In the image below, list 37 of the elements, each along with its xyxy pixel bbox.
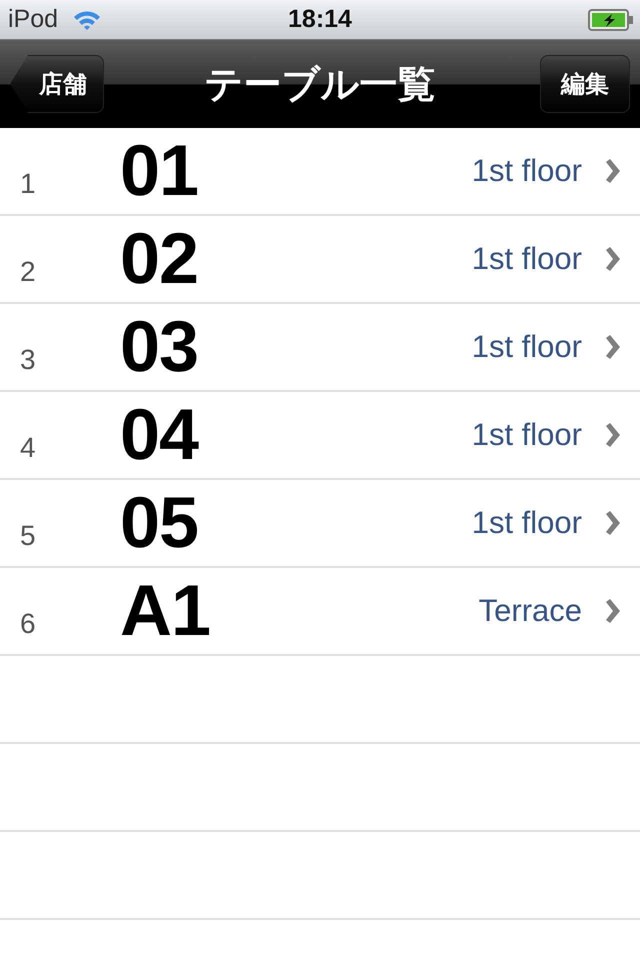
row-number: 4 [20, 432, 37, 465]
edit-button[interactable]: 編集 [540, 55, 630, 113]
battery-charging-icon [588, 8, 634, 32]
table-name: 05 [120, 482, 200, 564]
row-number: 5 [20, 520, 37, 553]
chevron-icon [604, 423, 620, 447]
table-row[interactable]: 3 03 1st floor [0, 304, 640, 392]
table-name: 04 [120, 394, 200, 476]
table-row[interactable]: 2 02 1st floor [0, 216, 640, 304]
back-button[interactable]: 店舗 [10, 55, 104, 113]
table-name: 01 [120, 130, 200, 212]
table-row[interactable]: 1 01 1st floor [0, 128, 640, 216]
floor-label: 1st floor [472, 329, 582, 365]
nav-title: テーブル一覧 [204, 62, 436, 108]
table-name: A1 [120, 570, 212, 652]
chevron-icon [604, 599, 620, 623]
row-number: 1 [20, 168, 37, 201]
wifi-icon [72, 8, 102, 30]
chevron-icon [604, 335, 620, 359]
floor-label: Terrace [478, 593, 582, 629]
table-row[interactable]: 6 A1 Terrace [0, 568, 640, 656]
clock-time: 18:14 [288, 5, 352, 34]
chevron-icon [604, 511, 620, 535]
chevron-icon [604, 159, 620, 183]
floor-label: 1st floor [472, 417, 582, 453]
table-row[interactable]: 5 05 1st floor [0, 480, 640, 568]
table-row[interactable]: 4 04 1st floor [0, 392, 640, 480]
floor-label: 1st floor [472, 153, 582, 189]
chevron-icon [604, 247, 620, 271]
row-number: 3 [20, 344, 37, 377]
row-number: 6 [20, 608, 37, 641]
table-name: 03 [120, 306, 200, 388]
floor-label: 1st floor [472, 241, 582, 277]
carrier-name: iPod [8, 5, 58, 34]
table-name: 02 [120, 218, 200, 300]
row-number: 2 [20, 256, 37, 289]
floor-label: 1st floor [472, 505, 582, 541]
